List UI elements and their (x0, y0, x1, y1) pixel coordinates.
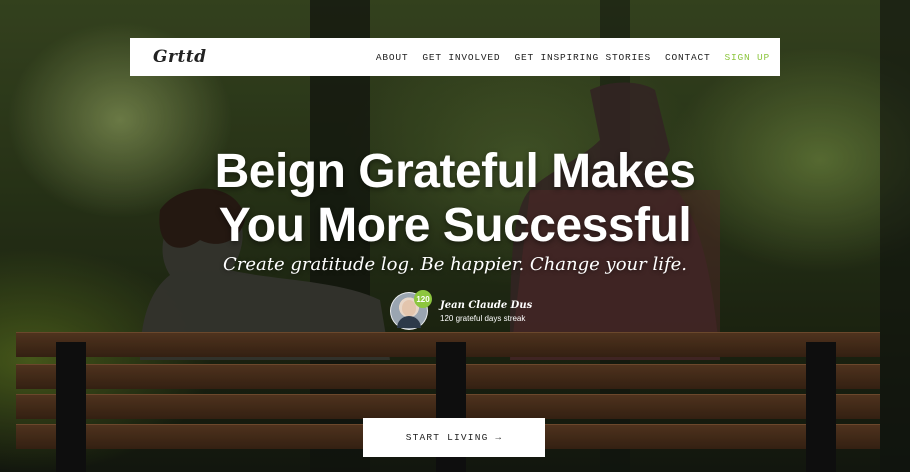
start-living-button[interactable]: START LIVING → (363, 418, 545, 457)
streak-count-badge: 120 (414, 290, 432, 308)
user-info: Jean Claude Dus 120 grateful days streak (440, 300, 532, 323)
brand-logo[interactable]: Grttd (153, 47, 207, 67)
nav-get-inspiring-stories[interactable]: GET INSPIRING STORIES (514, 52, 651, 63)
user-streak: 120 grateful days streak (440, 313, 526, 323)
nav-about[interactable]: ABOUT (376, 52, 409, 63)
hero-title-line-1: Beign Grateful Makes (214, 145, 696, 198)
hero-title: Beign Grateful Makes You More Successful (0, 145, 910, 253)
main-nav: ABOUT GET INVOLVED GET INSPIRING STORIES… (362, 52, 770, 63)
hero-title-line-2: You More Successful (218, 199, 692, 252)
navbar: Grttd ABOUT GET INVOLVED GET INSPIRING S… (130, 38, 780, 76)
user-name: Jean Claude Dus (440, 299, 533, 311)
user-card[interactable]: Jean Claude Dus 120 grateful days streak (390, 292, 532, 330)
nav-get-involved[interactable]: GET INVOLVED (422, 52, 500, 63)
hero-subtitle: Create gratitude log. Be happier. Change… (222, 254, 687, 275)
nav-sign-up[interactable]: SIGN UP (724, 52, 770, 63)
nav-contact[interactable]: CONTACT (665, 52, 711, 63)
avatar-shirt (397, 316, 421, 328)
